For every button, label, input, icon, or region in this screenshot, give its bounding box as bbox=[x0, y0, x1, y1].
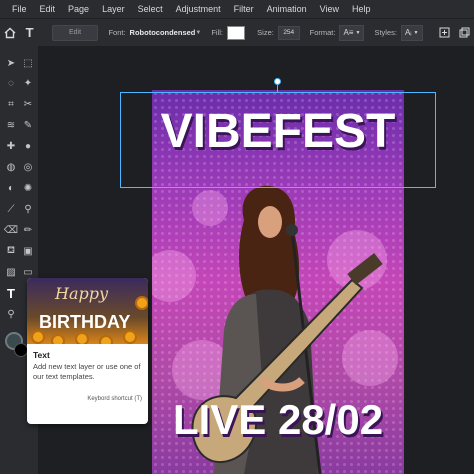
move-tool-icon[interactable]: ➤ bbox=[2, 54, 20, 72]
globe-tool-icon[interactable]: ◍ bbox=[2, 158, 20, 176]
text-selection-box[interactable] bbox=[120, 92, 436, 188]
fill-color-swatch[interactable] bbox=[227, 25, 246, 40]
styles-dropdown[interactable]: Aᵢ ▼ bbox=[400, 24, 423, 41]
options-toolbar: T Edit Font: Robotocondensed ▼ Fill: Siz… bbox=[0, 18, 474, 46]
menu-view[interactable]: View bbox=[320, 4, 339, 14]
menu-select[interactable]: Select bbox=[138, 4, 163, 14]
text-tool-icon: T bbox=[25, 25, 34, 40]
font-value: Robotocondensed bbox=[129, 28, 196, 37]
sunflower-decoration bbox=[77, 334, 87, 344]
marquee-tool-icon[interactable]: ⬚ bbox=[19, 54, 37, 72]
duplicate-layer-icon[interactable] bbox=[454, 22, 474, 44]
zoom-tool-icon[interactable]: ⚲ bbox=[2, 305, 20, 323]
sunflower-decoration bbox=[53, 336, 63, 344]
font-label: Font: bbox=[108, 28, 126, 37]
tooltip-shortcut: Keybord shortcut (T) bbox=[87, 396, 142, 402]
background-color[interactable] bbox=[14, 343, 28, 357]
template-birthday-text: BIRTHDAY bbox=[39, 312, 131, 332]
font-select[interactable]: Robotocondensed ▼ bbox=[129, 28, 202, 37]
fill-label: Fill: bbox=[211, 28, 223, 37]
align-format-icon: A≡ bbox=[343, 28, 354, 37]
liquify-tool-icon[interactable]: ≋ bbox=[2, 116, 20, 134]
chevron-down-icon: ▼ bbox=[355, 29, 361, 36]
menu-adjustment[interactable]: Adjustment bbox=[176, 4, 221, 14]
menu-animation[interactable]: Animation bbox=[267, 4, 307, 14]
brush-tool-icon[interactable]: ⟋ bbox=[2, 200, 20, 218]
menu-edit[interactable]: Edit bbox=[40, 4, 56, 14]
gradient-tool-icon[interactable]: ▣ bbox=[19, 242, 37, 260]
sunflower-decoration bbox=[101, 337, 111, 344]
template-happy-text: Happy bbox=[55, 284, 109, 303]
home-icon[interactable] bbox=[0, 22, 20, 44]
clone-stamp-icon[interactable]: ⚲ bbox=[19, 200, 37, 218]
crop-tool-icon[interactable]: ⌗ bbox=[2, 95, 20, 113]
eyedropper-icon[interactable]: ✎ bbox=[19, 116, 37, 134]
blur-tool-icon[interactable]: ✺ bbox=[19, 179, 37, 197]
size-input[interactable]: 254 bbox=[277, 25, 300, 40]
eraser-tool-icon[interactable]: ⌫ bbox=[2, 221, 20, 239]
edit-button[interactable]: Edit bbox=[51, 24, 99, 41]
poster-subtitle[interactable]: LIVE 28/02 bbox=[152, 396, 404, 444]
tooltip-title: Text bbox=[33, 350, 50, 360]
menu-bar: File Edit Page Layer Select Adjustment F… bbox=[0, 0, 474, 18]
text-tool-icon[interactable]: T bbox=[2, 284, 20, 302]
text-template-preview: Happy BIRTHDAY bbox=[27, 278, 148, 344]
size-label: Size: bbox=[257, 28, 274, 37]
sunflower-decoration bbox=[137, 298, 147, 308]
paint-bucket-icon[interactable]: ⛾ bbox=[2, 242, 20, 260]
heal-tool-icon[interactable]: ✚ bbox=[2, 137, 20, 155]
sunflower-decoration bbox=[33, 332, 43, 342]
rotate-handle[interactable] bbox=[274, 78, 281, 85]
text-tool-tooltip: Happy BIRTHDAY Text Add new text layer o… bbox=[27, 278, 148, 424]
lasso-tool-icon[interactable]: ◌ bbox=[2, 74, 20, 92]
add-layer-icon[interactable] bbox=[435, 22, 455, 44]
tooltip-description: Add new text layer or use one of our tex… bbox=[33, 362, 141, 381]
image-tool-icon[interactable]: ▨ bbox=[2, 263, 20, 281]
format-label: Format: bbox=[309, 28, 336, 37]
chevron-down-icon: ▼ bbox=[413, 29, 419, 36]
menu-help[interactable]: Help bbox=[352, 4, 371, 14]
chevron-down-icon: ▼ bbox=[195, 29, 202, 36]
sunflower-decoration bbox=[125, 332, 135, 342]
pencil-tool-icon[interactable]: ✏ bbox=[19, 221, 37, 239]
menu-filter[interactable]: Filter bbox=[234, 4, 254, 14]
sponge-tool-icon[interactable]: ◎ bbox=[19, 158, 37, 176]
menu-page[interactable]: Page bbox=[68, 4, 89, 14]
magic-wand-icon[interactable]: ✦ bbox=[19, 74, 37, 92]
dodge-tool-icon[interactable]: ◐ bbox=[2, 179, 20, 197]
text-style-icon: Aᵢ bbox=[404, 28, 412, 37]
menu-layer[interactable]: Layer bbox=[102, 4, 125, 14]
drop-tool-icon[interactable]: ● bbox=[19, 137, 37, 155]
scissors-icon[interactable]: ✂ bbox=[19, 95, 37, 113]
menu-file[interactable]: File bbox=[12, 4, 27, 14]
format-dropdown[interactable]: A≡ ▼ bbox=[339, 24, 365, 41]
styles-label: Styles: bbox=[374, 28, 397, 37]
